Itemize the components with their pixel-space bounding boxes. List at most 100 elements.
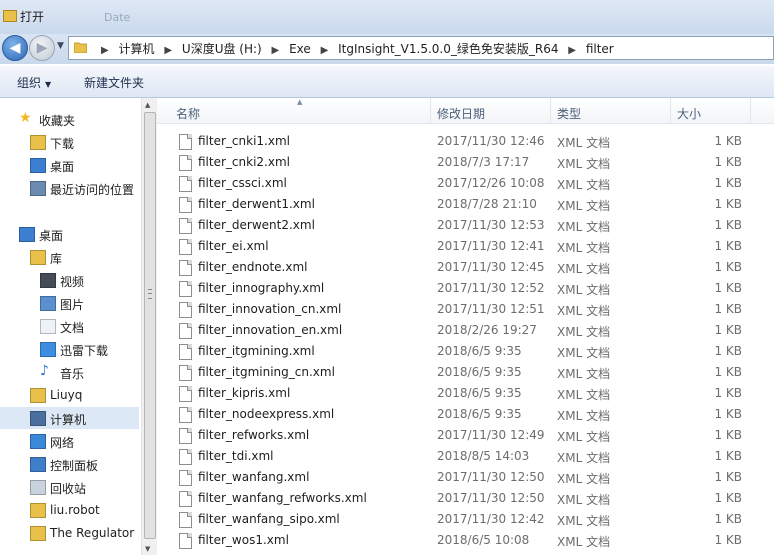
navigation-pane: ★ 收藏夹 下载 桌面 最近访问的位置 桌面库视频 图片 文档 迅雷下载 ♪ 音乐 Liuyq 计算机网… [0, 98, 141, 555]
chevron-right-icon[interactable]: ▶ [568, 45, 576, 56]
chevron-right-icon[interactable]: ▶ [101, 45, 109, 56]
file-name: filter_itgmining_cn.xml [198, 365, 335, 379]
sidebar-item[interactable]: 回收站 [0, 476, 139, 498]
scrollbar-thumb[interactable] [144, 112, 156, 539]
file-row[interactable]: filter_nodeexpress.xml 2018/6/5 9:35 XML 文… [157, 404, 774, 425]
file-row[interactable]: filter_innovation_cn.xml 2017/11/30 12:51… [157, 299, 774, 320]
file-row[interactable]: filter_innography.xml 2017/11/30 12:52 XML… [157, 278, 774, 299]
file-name: filter_wanfang_refworks.xml [198, 491, 367, 505]
file-row[interactable]: filter_itgmining_cn.xml 2018/6/5 9:35 XML … [157, 362, 774, 383]
file-row[interactable]: filter_cnki2.xml 2018/7/3 17:17 XML 文档 1 KB [157, 152, 774, 173]
xml-file-icon [179, 491, 192, 507]
file-name: filter_ei.xml [198, 239, 269, 253]
recycle-bin-icon [30, 480, 46, 495]
file-date: 2017/11/30 12:42 [437, 512, 545, 526]
file-row[interactable]: filter_ei.xml 2017/11/30 12:41 XML 文档 1 KB [157, 236, 774, 257]
file-size: 1 KB [714, 470, 742, 484]
file-row[interactable]: filter_cssci.xml 2017/12/26 10:08 XML 文档 1 … [157, 173, 774, 194]
file-type: XML 文档 [557, 493, 611, 507]
file-date: 2018/8/5 14:03 [437, 449, 530, 463]
forward-button[interactable]: ▶ [29, 35, 55, 61]
sidebar-item[interactable]: 桌面 [0, 223, 139, 245]
sidebar-item[interactable]: ★ 收藏夹 [0, 108, 139, 130]
column-divider[interactable] [670, 98, 671, 123]
recent-pages-dropdown[interactable]: ▼ [57, 41, 64, 51]
breadcrumb-itginsight[interactable]: ItgInsight_V1.5.0.0_绿色免安装版_R64 [338, 42, 558, 56]
breadcrumb-drive[interactable]: U深度U盘 (H:) [182, 42, 262, 56]
background-window-title: Date [104, 11, 131, 24]
file-type: XML 文档 [557, 346, 611, 360]
sidebar-item[interactable]: 桌面 [0, 154, 139, 176]
breadcrumb-filter[interactable]: filter [586, 42, 614, 56]
column-divider[interactable] [550, 98, 551, 123]
sidebar-item[interactable]: 图片 [0, 292, 139, 314]
xml-file-icon [179, 176, 192, 192]
sidebar-item[interactable]: 网络 [0, 430, 139, 452]
folder-icon [30, 503, 46, 518]
file-row[interactable]: filter_derwent1.xml 2018/7/28 21:10 XML 文档… [157, 194, 774, 215]
column-date[interactable]: 修改日期 [437, 105, 485, 122]
column-name[interactable]: 名称 [176, 105, 200, 122]
file-row[interactable]: filter_refworks.xml 2017/11/30 12:49 XML 文… [157, 425, 774, 446]
file-row[interactable]: filter_innovation_en.xml 2018/2/26 19:27 X… [157, 320, 774, 341]
file-name: filter_cssci.xml [198, 176, 287, 190]
sidebar-item[interactable]: 文档 [0, 315, 139, 337]
file-row[interactable]: filter_itgmining.xml 2018/6/5 9:35 XML 文档 1… [157, 341, 774, 362]
column-divider[interactable] [430, 98, 431, 123]
sidebar-item-label: 库 [50, 252, 63, 266]
file-size: 1 KB [714, 386, 742, 400]
sidebar-item[interactable]: liu.robot [0, 499, 139, 521]
file-name: filter_cnki1.xml [198, 134, 290, 148]
file-row[interactable]: filter_derwent2.xml 2017/11/30 12:53 XML 文… [157, 215, 774, 236]
sidebar-item[interactable]: 控制面板 [0, 453, 139, 475]
file-date: 2018/6/5 9:35 [437, 407, 522, 421]
sidebar-item-label: 控制面板 [50, 459, 99, 473]
picture-icon [40, 296, 56, 311]
sidebar-item[interactable]: 视频 [0, 269, 139, 291]
sidebar-item[interactable]: 库 [0, 246, 139, 268]
file-row[interactable]: filter_wanfang_refworks.xml 2017/11/30 12… [157, 488, 774, 509]
breadcrumb-exe[interactable]: Exe [289, 42, 311, 56]
scroll-down-icon[interactable]: ▼ [145, 545, 150, 553]
file-type: XML 文档 [557, 388, 611, 402]
sidebar-item[interactable]: Liuyq [0, 384, 139, 406]
file-row[interactable]: filter_endnote.xml 2017/11/30 12:45 XML 文档… [157, 257, 774, 278]
scroll-up-icon[interactable]: ▲ [145, 101, 150, 109]
address-row: ◀ ▶ ▼ ▶ 计算机 ▶ U深度U盘 (H:) ▶ Exe ▶ ItgInsi… [0, 34, 774, 64]
new-folder-button[interactable]: 新建文件夹 [84, 74, 144, 91]
xml-file-icon [179, 533, 192, 549]
sidebar-item[interactable]: ♪ 音乐 [0, 361, 139, 383]
chevron-right-icon[interactable]: ▶ [321, 45, 329, 56]
sidebar-item[interactable]: 最近访问的位置 [0, 177, 139, 199]
xml-file-icon [179, 365, 192, 381]
file-row[interactable]: filter_kipris.xml 2018/6/5 9:35 XML 文档 1 KB [157, 383, 774, 404]
file-row[interactable]: filter_wanfang.xml 2017/11/30 12:50 XML 文档… [157, 467, 774, 488]
file-name: filter_wanfang_sipo.xml [198, 512, 340, 526]
address-bar[interactable]: ▶ 计算机 ▶ U深度U盘 (H:) ▶ Exe ▶ ItgInsight_V1… [68, 36, 774, 60]
sidebar-item[interactable]: 下载 [0, 131, 139, 153]
sidebar-item[interactable]: 迅雷下载 [0, 338, 139, 360]
chevron-right-icon[interactable]: ▶ [272, 45, 280, 56]
grip-icon [148, 289, 152, 299]
file-row[interactable]: filter_wanfang_sipo.xml 2017/11/30 12:42 X… [157, 509, 774, 530]
file-type: XML 文档 [557, 136, 611, 150]
file-row[interactable]: filter_wos1.xml 2018/6/5 10:08 XML 文档 1 KB [157, 530, 774, 551]
control-panel-icon [30, 457, 46, 472]
file-row[interactable]: filter_tdi.xml 2018/8/5 14:03 XML 文档 1 KB [157, 446, 774, 467]
file-row[interactable]: filter_cnki1.xml 2017/11/30 12:46 XML 文档 1 … [157, 131, 774, 152]
sidebar-item[interactable]: 计算机 [0, 407, 139, 429]
back-button[interactable]: ◀ [2, 35, 28, 61]
file-list: ▲ 名称 修改日期 类型 大小 filter_cnki1.xml 2017/11/… [157, 98, 774, 555]
navigation-scrollbar[interactable]: ▲ ▼ [141, 98, 157, 555]
download-folder-icon [30, 135, 46, 150]
file-size: 1 KB [714, 155, 742, 169]
file-size: 1 KB [714, 281, 742, 295]
sidebar-item[interactable]: The Regulator 2 [0, 522, 139, 544]
column-size[interactable]: 大小 [677, 105, 701, 122]
organize-button[interactable]: 组织 ▼ [17, 74, 51, 91]
breadcrumb-computer[interactable]: 计算机 [119, 42, 155, 56]
column-divider[interactable] [750, 98, 751, 123]
chevron-right-icon[interactable]: ▶ [164, 45, 172, 56]
column-type[interactable]: 类型 [557, 105, 581, 122]
file-date: 2017/11/30 12:51 [437, 302, 545, 316]
